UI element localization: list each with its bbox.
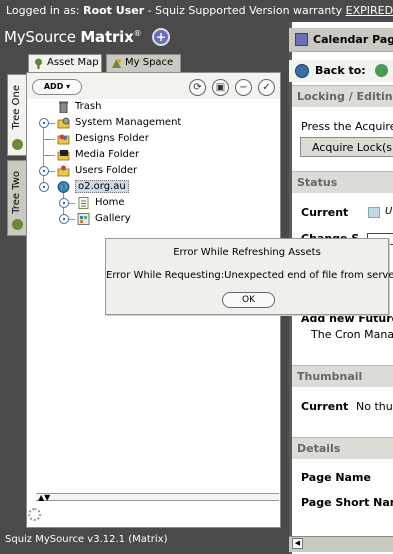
loading-spinner-icon [28, 508, 41, 521]
section-status: Status [292, 171, 393, 193]
page-icon [77, 197, 90, 209]
thumbnail-value: No thum [356, 400, 393, 413]
page-title: Calendar Page [289, 28, 393, 52]
preview-icon[interactable]: ▣ [212, 79, 229, 96]
scroll-left-icon[interactable]: ◀ [292, 538, 303, 549]
back-to-link[interactable]: Back to: [289, 60, 393, 82]
designs-folder-icon [57, 133, 70, 145]
tree-item-label: Media Folder [75, 149, 140, 160]
tree-item-site[interactable]: o2.org.au [57, 180, 177, 195]
back-arrow-icon [295, 64, 309, 78]
details-horizontal-scrollbar[interactable] [289, 536, 393, 552]
page-title-text: Calendar Page [313, 33, 393, 46]
scroll-arrows-icon[interactable]: ▲▼ [38, 493, 50, 502]
tree-item-label: Gallery [95, 213, 131, 224]
tree-item-home[interactable]: Home [77, 196, 177, 211]
trash-icon [57, 101, 70, 114]
dialog-title: Error While Refreshing Assets [173, 247, 321, 258]
page-name-label: Page Name [301, 471, 371, 484]
tab-my-space[interactable]: My Space [106, 54, 181, 72]
tree-connector [43, 128, 44, 188]
dialog-message: Error While Requesting:Unexpected end of… [106, 270, 393, 281]
expand-toggle[interactable] [39, 166, 49, 176]
tree-item-label: Users Folder [75, 165, 138, 176]
tree-item-users-folder[interactable]: Users Folder [57, 164, 177, 179]
page-short-name-label: Page Short Name [301, 496, 393, 509]
section-locking-editing: Locking / Editing [292, 85, 393, 107]
tree-item-trash[interactable]: Trash [57, 100, 177, 115]
expand-toggle[interactable] [59, 198, 69, 208]
brand-registered-mark: ® [133, 29, 142, 38]
add-asset-button[interactable]: ADD ▾ [32, 79, 82, 95]
tree-icon [33, 58, 44, 69]
acquire-lock-instructions: Press the Acquire L [301, 120, 393, 133]
tree-item-gallery[interactable]: Gallery [77, 212, 177, 227]
calendar-page-icon [295, 33, 308, 46]
section-details: Details [292, 437, 393, 459]
logged-in-user: Root User [83, 4, 145, 17]
media-folder-icon [57, 149, 70, 161]
brand-name-light: MySource [4, 28, 76, 46]
section-thumbnail: Thumbnail [292, 365, 393, 387]
gallery-icon [77, 213, 90, 225]
status-value: U [385, 206, 393, 217]
refresh-icon[interactable]: ⟳ [189, 79, 206, 96]
tree-item-label: Designs Folder [75, 133, 149, 144]
users-folder-icon [57, 165, 70, 177]
tab-tree-two[interactable]: Tree Two [7, 160, 27, 236]
tree-item-media-folder[interactable]: Media Folder [57, 148, 177, 163]
expand-toggle[interactable] [59, 214, 69, 224]
thumbnail-current-label: Current [301, 400, 349, 413]
tree-item-system-management[interactable]: System Management [57, 116, 187, 131]
acquire-lock-button[interactable]: Acquire Lock(s) [300, 137, 393, 157]
globe-icon [375, 64, 388, 77]
tree-connector [43, 139, 55, 140]
tree-connector [43, 155, 55, 156]
status-current-label: Current [301, 206, 349, 219]
site-icon [57, 181, 70, 193]
error-dialog: Error While Refreshing Assets Error Whil… [105, 238, 393, 315]
login-status-bar: Logged in as: Root User - Squiz Supporte… [0, 0, 393, 22]
tree-item-label: System Management [75, 117, 182, 128]
back-to-label: Back to: [315, 64, 366, 77]
expand-toggle[interactable] [39, 118, 49, 128]
tree-item-label-selected: o2.org.au [75, 180, 129, 193]
tree-icon [12, 139, 23, 150]
tab-tree-one-label: Tree One [11, 85, 22, 130]
collapse-icon[interactable]: − [235, 79, 252, 96]
brand-logo: MySource Matrix® [4, 28, 142, 46]
ok-button[interactable]: OK [222, 292, 275, 308]
checkmark-icon[interactable]: ✓ [258, 79, 275, 96]
tree-icon [12, 219, 23, 230]
tree-horizontal-scrollbar[interactable] [36, 493, 279, 501]
system-management-icon [57, 117, 70, 129]
warranty-expired-link[interactable]: EXPIRED [346, 4, 393, 17]
version-label: Squiz MySource v3.12.1 (Matrix) [5, 534, 168, 545]
warranty-text: - Squiz Supported Version warranty [147, 4, 343, 17]
tab-tree-one[interactable]: Tree One [7, 74, 27, 156]
tree-item-designs-folder[interactable]: Designs Folder [57, 132, 177, 147]
brand-plus-icon[interactable]: + [152, 28, 170, 46]
expand-toggle[interactable] [39, 182, 49, 192]
tree-item-label: Home [95, 197, 125, 208]
tab-my-space-label: My Space [125, 57, 174, 68]
tree-item-label: Trash [75, 101, 102, 112]
tab-asset-map-label: Asset Map [47, 57, 99, 68]
status-color-swatch [368, 207, 380, 218]
brand-name-bold: Matrix [80, 28, 134, 46]
tab-asset-map[interactable]: Asset Map [28, 54, 102, 72]
logged-in-prefix: Logged in as: [6, 4, 80, 17]
my-space-icon [111, 58, 122, 69]
tab-tree-two-label: Tree Two [11, 171, 22, 214]
cron-manager-text: The Cron Manage [311, 328, 393, 341]
